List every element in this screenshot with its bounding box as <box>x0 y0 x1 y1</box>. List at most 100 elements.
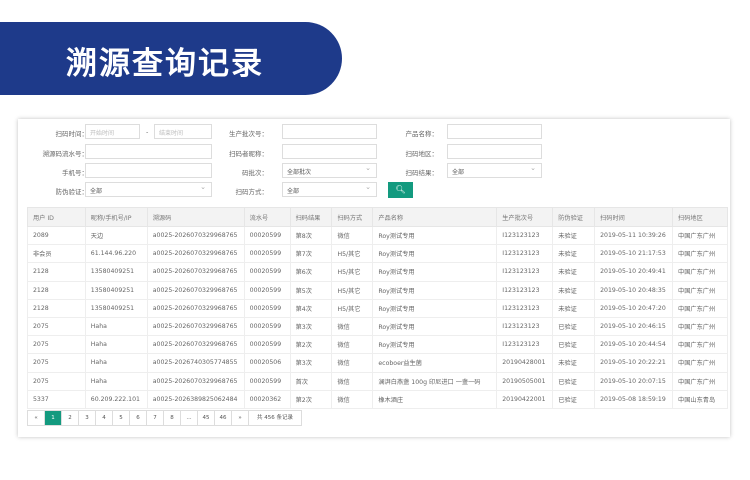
table-row[interactable]: 2075 Haha a0025-2026740305774855 00020506 第3… <box>27 353 728 373</box>
table-cell: 首次 <box>289 371 333 391</box>
table-cell: 中国广东广州 <box>672 225 728 246</box>
next-page-button[interactable]: » <box>232 411 249 425</box>
table-cell: 2075 <box>27 316 86 337</box>
page-button[interactable]: 46 <box>215 411 232 425</box>
search-button[interactable]: 🔍︎ <box>388 182 413 198</box>
table-cell: 第2次 <box>289 389 333 409</box>
table-cell: 中国广东广州 <box>672 280 728 300</box>
table-cell: 00020599 <box>243 280 291 300</box>
trace-serial-label: 溯源码流水号： <box>42 150 89 158</box>
table-cell: 中国广东广州 <box>672 353 728 373</box>
column-header: 扫码方式 <box>331 207 374 227</box>
table-cell: 2019-05-11 10:39:26 <box>594 225 674 246</box>
table-cell: 2019-05-10 20:47:20 <box>594 298 674 318</box>
method-select[interactable]: 全部 <box>282 182 377 197</box>
table-cell: I123123123 <box>496 316 554 337</box>
table-cell: I123123123 <box>496 225 554 246</box>
page-button[interactable]: 4 <box>96 411 113 425</box>
code-batch-select[interactable]: 全部批次 <box>282 163 377 178</box>
table-cell: 2075 <box>27 335 86 355</box>
table-row[interactable]: 2128 13580409251 a0025-2026070329968765 000… <box>27 262 728 282</box>
table-cell: 微信 <box>331 353 374 373</box>
table-cell: 2128 <box>27 298 86 318</box>
region-input[interactable] <box>447 144 542 159</box>
scanner-nick-input[interactable] <box>282 144 377 159</box>
pagination: «1 2 3 4 5 6 7 8... 45 46» 共 456 条记录 <box>27 410 302 426</box>
table-cell: 2075 <box>27 353 86 373</box>
table-cell: 60.209.222.101 <box>84 389 148 409</box>
table-cell: 第7次 <box>289 244 333 264</box>
table-cell: 5337 <box>27 389 86 409</box>
table-cell: 微信 <box>331 371 374 391</box>
column-header: 昵称/手机号/IP <box>84 207 148 227</box>
page-button[interactable]: 5 <box>113 411 130 425</box>
table-cell: 已验证 <box>552 316 596 337</box>
table-cell: 中国山东青岛 <box>672 389 728 409</box>
page-button[interactable]: ... <box>181 411 198 425</box>
table-cell: I123123123 <box>496 335 554 355</box>
table-cell: 第3次 <box>289 316 333 337</box>
table-row[interactable]: 2075 Haha a0025-2026070329968765 00020599 首次… <box>27 371 728 391</box>
table-cell: a0025-2026070329968765 <box>146 335 245 355</box>
table-cell: Roy测试专用 <box>372 244 498 264</box>
page-button[interactable]: 2 <box>62 411 79 425</box>
table-cell: 未验证 <box>552 353 596 373</box>
table-row[interactable]: 2089 天边 a0025-2026070329968765 00020599 第8次微… <box>27 225 728 246</box>
table-cell: 澜湃白燕盏 100g 印尼进口 一盏一码 <box>372 371 498 391</box>
column-header: 防伪验证 <box>552 207 596 227</box>
table-cell: 微信 <box>331 316 374 337</box>
table-row[interactable]: 2075 Haha a0025-2026070329968765 00020599 第2… <box>27 335 728 355</box>
table-cell: 中国广东广州 <box>672 298 728 318</box>
scanner-nick-label: 扫码者昵称： <box>229 150 268 158</box>
table-cell: 非会员 <box>27 244 86 264</box>
total-records: 共 456 条记录 <box>257 415 293 421</box>
table-cell: 未验证 <box>552 244 596 264</box>
table-cell: 微信 <box>331 225 374 246</box>
table-cell: 2019-05-10 20:46:15 <box>594 316 674 337</box>
table-cell: a0025-2026070329968765 <box>146 280 245 300</box>
table-cell: 2128 <box>27 280 86 300</box>
page-button[interactable]: 1 <box>45 411 62 425</box>
batch-input[interactable] <box>282 124 377 139</box>
table-cell: 61.144.96.220 <box>84 244 148 264</box>
start-time-input[interactable]: 开始时间 <box>85 124 140 139</box>
page-button[interactable]: 3 <box>79 411 96 425</box>
table-cell: 2019-05-10 20:48:35 <box>594 280 674 300</box>
table-row[interactable]: 2075 Haha a0025-2026070329968765 00020599 第3… <box>27 316 728 337</box>
page-button[interactable]: 6 <box>130 411 147 425</box>
table-row[interactable]: 非会员 61.144.96.220 a0025-2026070329968765 00… <box>27 244 728 264</box>
phone-input[interactable] <box>85 163 212 178</box>
table-cell: 00020599 <box>243 335 291 355</box>
product-label: 产品名称： <box>405 130 439 138</box>
page-button[interactable]: 7 <box>147 411 164 425</box>
records-table: 用户 ID 昵称/手机号/IP 溯源码 流水号 扫码结果 扫码方式 产品名称 生产批次号 防伪验… <box>27 207 728 409</box>
column-header: 流水号 <box>243 207 291 227</box>
table-cell: 第6次 <box>289 262 333 282</box>
column-header: 扫码结果 <box>289 207 333 227</box>
table-cell: 2019-05-10 20:49:41 <box>594 262 674 282</box>
verify-select[interactable]: 全部 <box>85 182 212 197</box>
table-row[interactable]: 5337 60.209.222.101 a0025-2026389825062484… <box>27 389 728 409</box>
page-title: 溯源查询记录 <box>66 46 264 82</box>
page-button[interactable]: 45 <box>198 411 215 425</box>
table-cell: H5/其它 <box>331 244 374 264</box>
table-cell: Roy测试专用 <box>372 316 498 337</box>
column-header: 扫码地区 <box>672 207 728 227</box>
prev-page-button[interactable]: « <box>28 411 45 425</box>
table-row[interactable]: 2128 13580409251 a0025-2026070329968765 000… <box>27 298 728 318</box>
table-cell: 第5次 <box>289 280 333 300</box>
table-cell: 00020599 <box>243 244 291 264</box>
table-row[interactable]: 2128 13580409251 a0025-2026070329968765 000… <box>27 280 728 300</box>
table-cell: 未验证 <box>552 225 596 246</box>
table-cell: 已验证 <box>552 371 596 391</box>
page-button[interactable]: 8 <box>164 411 181 425</box>
table-cell: 中国广东广州 <box>672 316 728 337</box>
trace-serial-input[interactable] <box>85 144 212 159</box>
table-cell: I123123123 <box>496 298 554 318</box>
table-cell: 20190422001 <box>496 389 554 409</box>
product-input[interactable] <box>447 124 542 139</box>
table-cell: 第8次 <box>289 225 333 246</box>
table-cell: 未验证 <box>552 298 596 318</box>
result-select[interactable]: 全部 <box>447 163 542 178</box>
table-cell: a0025-2026070329968765 <box>146 298 245 318</box>
